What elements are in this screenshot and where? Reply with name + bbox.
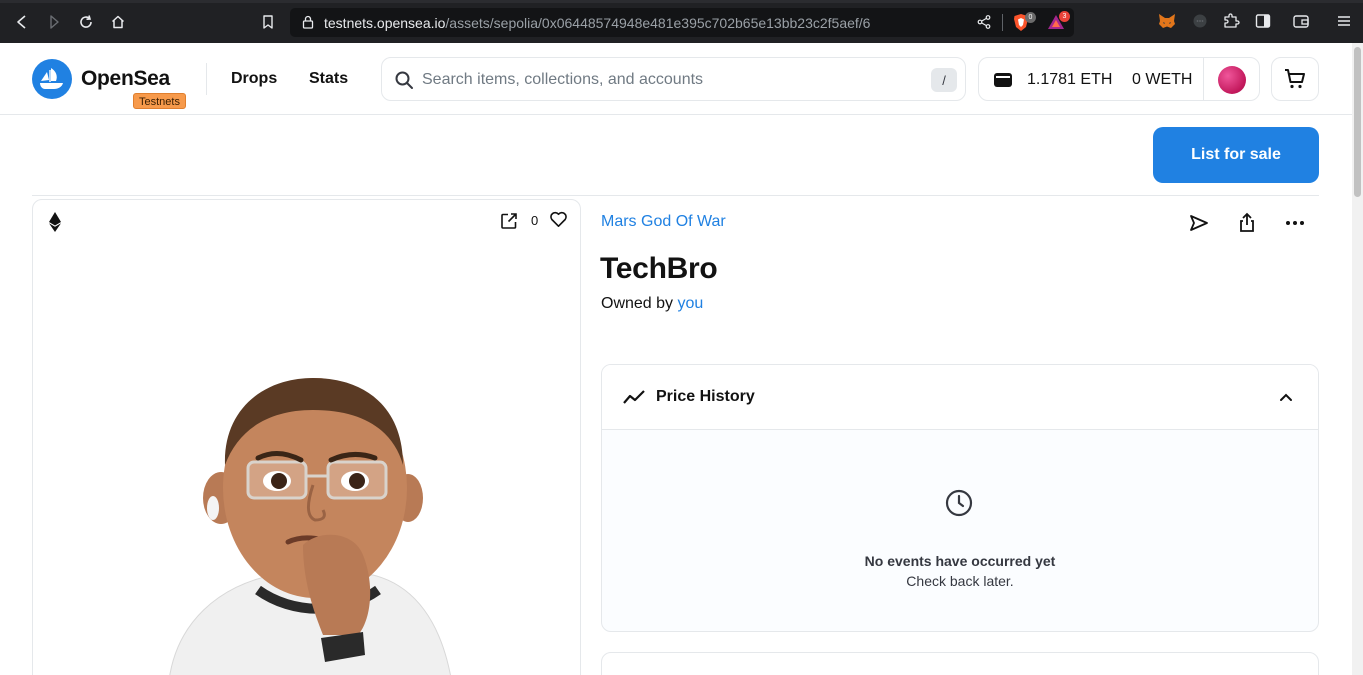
testnets-badge: Testnets (133, 93, 186, 109)
price-history-panel: Price History No events have occurred ye… (601, 364, 1319, 632)
reload-icon[interactable] (76, 12, 96, 32)
search-bar[interactable]: / (381, 57, 966, 101)
home-icon[interactable] (108, 12, 128, 32)
price-history-header[interactable]: Price History (602, 365, 1318, 430)
rewards-count-badge: 3 (1059, 11, 1070, 22)
back-icon[interactable] (12, 12, 32, 32)
sidebar-toggle-icon[interactable] (1254, 12, 1272, 30)
heart-icon[interactable] (549, 210, 568, 229)
transfer-send-icon[interactable] (1188, 212, 1210, 234)
search-shortcut-key: / (931, 68, 957, 92)
wallet-icon (994, 73, 1012, 87)
shields-count-badge: 0 (1025, 12, 1036, 23)
url-path: /assets/sepolia/0x06448574948e481e395c70… (445, 15, 871, 31)
ethereum-icon[interactable] (47, 212, 63, 232)
share-page-icon[interactable] (976, 14, 992, 30)
open-external-icon[interactable] (500, 212, 518, 230)
nft-image[interactable] (153, 370, 473, 675)
asset-title: TechBro (600, 252, 718, 285)
avatar[interactable] (1218, 66, 1246, 94)
url-text: testnets.opensea.io/assets/sepolia/0x064… (324, 15, 870, 31)
tab-strip-edge (0, 0, 1363, 3)
cart-button[interactable] (1271, 57, 1319, 101)
collection-link[interactable]: Mars God Of War (601, 213, 726, 231)
scrollbar-thumb[interactable] (1354, 47, 1361, 197)
nav-drops[interactable]: Drops (231, 70, 277, 88)
owner-link[interactable]: you (678, 295, 704, 312)
wallet-separator (1203, 58, 1204, 100)
url-host: testnets.opensea.io (324, 15, 446, 31)
eth-balance: 1.1781 ETH (1027, 71, 1113, 88)
section-divider (32, 195, 1319, 196)
price-history-title: Price History (656, 388, 755, 405)
clock-icon (945, 489, 973, 517)
trend-line-icon (623, 390, 645, 404)
site-header: OpenSea Testnets Drops Stats / 1.1781 ET… (0, 43, 1363, 115)
share-icon[interactable] (1236, 212, 1258, 234)
wallet-icon[interactable] (1292, 12, 1310, 30)
menu-icon[interactable] (1335, 12, 1353, 30)
next-panel (601, 652, 1319, 675)
header-divider (206, 63, 207, 95)
opensea-logo-icon[interactable] (32, 59, 72, 99)
url-separator (1002, 14, 1003, 31)
wallet-balance-button[interactable]: 1.1781 ETH 0 WETH (978, 57, 1260, 101)
empty-state-title: No events have occurred yet (864, 553, 1056, 569)
search-input[interactable] (422, 68, 922, 92)
extensions-puzzle-icon[interactable] (1222, 12, 1240, 30)
chat-extension-icon[interactable] (1191, 12, 1209, 30)
bookmark-icon[interactable] (258, 12, 278, 32)
more-options-icon[interactable] (1284, 212, 1306, 234)
page-scrollbar[interactable] (1352, 43, 1363, 675)
list-for-sale-button[interactable]: List for sale (1153, 127, 1319, 183)
nft-media-card: 0 (32, 199, 581, 675)
favorite-count: 0 (531, 213, 539, 228)
owned-by-label: Owned by (601, 295, 674, 312)
weth-balance: 0 WETH (1132, 71, 1193, 88)
chevron-up-icon[interactable] (1276, 387, 1296, 407)
owner-line: Owned by you (601, 295, 703, 313)
address-bar[interactable]: testnets.opensea.io/assets/sepolia/0x064… (290, 8, 1074, 37)
brand-name[interactable]: OpenSea (81, 67, 170, 91)
nav-stats[interactable]: Stats (309, 70, 348, 88)
metamask-fox-icon[interactable] (1158, 12, 1176, 30)
cart-icon (1285, 69, 1305, 89)
search-icon (395, 71, 413, 89)
browser-toolbar: testnets.opensea.io/assets/sepolia/0x064… (0, 0, 1363, 43)
forward-icon[interactable] (44, 12, 64, 32)
lock-icon (302, 15, 314, 29)
empty-state-subtitle: Check back later. (906, 573, 1014, 589)
